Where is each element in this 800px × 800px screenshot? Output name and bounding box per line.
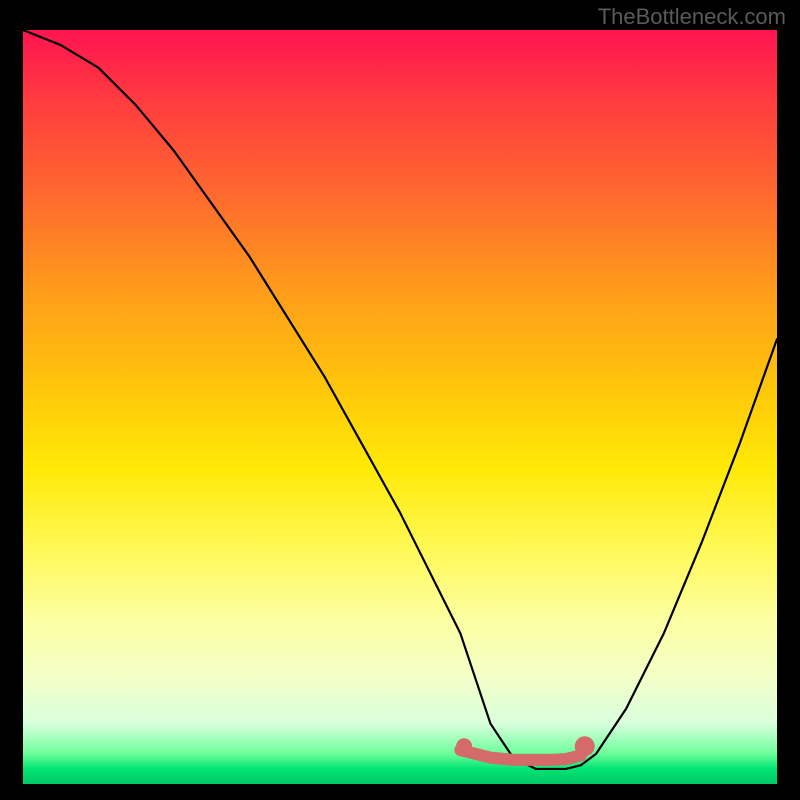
watermark-label: TheBottleneck.com — [598, 4, 786, 30]
highlight-line — [460, 750, 581, 760]
chart-plot-area — [23, 30, 777, 784]
chart-svg — [23, 30, 777, 784]
highlight-dot-start — [456, 738, 472, 754]
highlight-dot-end — [575, 736, 595, 756]
curve-line — [23, 30, 777, 769]
